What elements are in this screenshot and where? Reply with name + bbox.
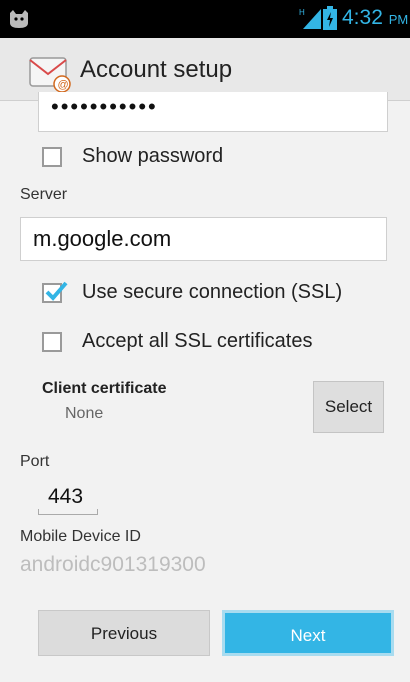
signal-icon: H [299, 8, 321, 29]
port-underline-line [38, 514, 98, 515]
accept-ssl-checkbox[interactable] [42, 332, 62, 352]
show-password-label: Show password [82, 145, 224, 167]
server-value: m.google.com [33, 226, 172, 251]
previous-button[interactable]: Previous [38, 610, 210, 656]
select-button[interactable]: Select [313, 381, 384, 433]
svg-text:H: H [299, 8, 305, 17]
status-bar: H 4:32 PM [0, 0, 410, 38]
port-label: Port [20, 453, 50, 470]
next-button[interactable]: Next [222, 610, 394, 656]
clock: 4:32 PM [342, 6, 409, 29]
password-field[interactable]: ••••••••••• [38, 92, 388, 132]
svg-text:@: @ [58, 79, 69, 91]
client-certificate-value: None [65, 405, 104, 422]
checkmark-icon [45, 281, 68, 301]
device-id-label: Mobile Device ID [20, 528, 141, 545]
battery-icon [323, 6, 337, 30]
show-password-checkbox[interactable] [42, 147, 62, 167]
ssl-checkbox[interactable] [42, 281, 68, 303]
port-input[interactable]: 443 [48, 485, 83, 509]
device-id-value: androidc901319300 [20, 553, 206, 576]
ssl-label: Use secure connection (SSL) [82, 281, 343, 303]
password-value: ••••••••••• [51, 94, 158, 119]
email-app-icon[interactable]: @ [26, 48, 74, 96]
server-label: Server [20, 186, 68, 203]
page-title: Account setup [80, 56, 233, 83]
server-input[interactable]: m.google.com [20, 217, 387, 261]
android-cat-icon [10, 10, 28, 28]
client-certificate-label: Client certificate [42, 380, 167, 397]
accept-ssl-label: Accept all SSL certificates [82, 330, 313, 352]
